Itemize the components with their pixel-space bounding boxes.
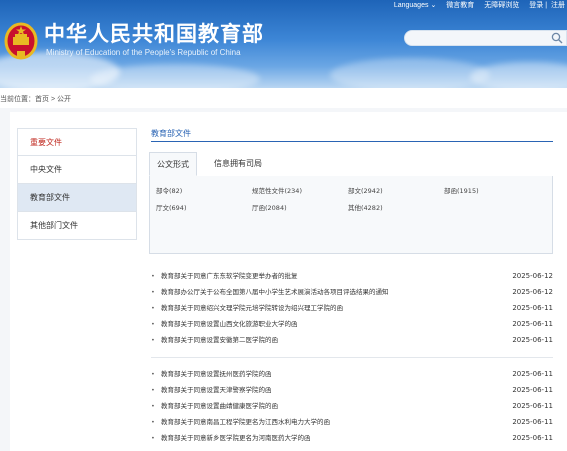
site-header: 中华人民共和国教育部 Ministry of Education of the … — [0, 0, 567, 88]
login-link[interactable]: 登录 — [529, 2, 543, 9]
list-item[interactable]: • 教育部关于同意设置安徽第二医学院的函 2025-06-11 — [151, 332, 553, 348]
bullet-icon: • — [151, 386, 155, 394]
chevron-down-icon: ⌄ — [430, 2, 437, 9]
document-title[interactable]: 教育部关于同意设置天津警察学院的函 — [161, 382, 272, 398]
top-links: Languages ⌄ 微言教育 无障碍浏览 登录 | 注册 — [386, 0, 565, 10]
group-divider — [151, 357, 553, 358]
document-date: 2025-06-12 — [512, 288, 553, 296]
site-subtitle: Ministry of Education of the People's Re… — [46, 48, 241, 57]
document-date: 2025-06-11 — [512, 418, 553, 426]
document-title[interactable]: 教育部关于同意新乡医学院更名为河南医药大学的函 — [161, 430, 311, 446]
list-item[interactable]: • 教育部关于同意绍兴文理学院元培学院转设为绍兴理工学院的函 2025-06-1… — [151, 300, 553, 316]
document-date: 2025-06-11 — [512, 402, 553, 410]
document-title[interactable]: 教育部办公厅关于公布全国第八届中小学生艺术展演活动各项目评选结果的通知 — [161, 284, 389, 300]
document-title[interactable]: 教育部关于同意设置山西文化旅游职业大学的函 — [161, 316, 298, 332]
category-ministry-documents[interactable]: 部文(2942) — [348, 185, 383, 195]
document-date: 2025-06-11 — [512, 320, 553, 328]
breadcrumb: 当前位置：首页 > 公开 — [0, 96, 71, 103]
document-list: • 教育部关于同意广东东软学院变更举办者的批复 2025-06-12 • 教育部… — [151, 268, 553, 446]
category-panel: 部令(82) 规范性文件(234) 部文(2942) 部函(1915) 厅文(6… — [149, 176, 553, 254]
list-item[interactable]: • 教育部关于同意设置曲靖健康医学院的函 2025-06-11 — [151, 398, 553, 414]
document-title[interactable]: 教育部关于同意设置安徽第二医学院的函 — [161, 332, 278, 348]
bullet-icon: • — [151, 370, 155, 378]
list-item[interactable]: • 教育部关于同意设置抚州医药学院的函 2025-06-11 — [151, 366, 553, 382]
list-item[interactable]: • 教育部关于同意南昌工程学院更名为江西水利电力大学的函 2025-06-11 — [151, 414, 553, 430]
document-date: 2025-06-11 — [512, 336, 553, 344]
site-title[interactable]: 中华人民共和国教育部 — [44, 18, 264, 48]
list-item[interactable]: • 教育部关于同意设置天津警察学院的函 2025-06-11 — [151, 382, 553, 398]
document-title[interactable]: 教育部关于同意设置曲靖健康医学院的函 — [161, 398, 278, 414]
document-title[interactable]: 教育部关于同意设置抚州医药学院的函 — [161, 366, 272, 382]
list-item[interactable]: • 教育部办公厅关于公布全国第八届中小学生艺术展演活动各项目评选结果的通知 20… — [151, 284, 553, 300]
national-emblem-icon[interactable] — [4, 20, 38, 62]
tab-owning-department[interactable]: 信息拥有司局 — [203, 152, 273, 176]
bullet-icon: • — [151, 272, 155, 280]
document-date: 2025-06-12 — [512, 272, 553, 280]
bullet-icon: • — [151, 288, 155, 296]
document-date: 2025-06-11 — [512, 434, 553, 442]
category-office-letters[interactable]: 厅函(2084) — [252, 202, 287, 212]
sidebar-item-other-department-files[interactable]: 其他部门文件 — [17, 212, 137, 240]
section-title: 教育部文件 — [151, 128, 553, 142]
category-other[interactable]: 其他(4282) — [348, 202, 383, 212]
search-input[interactable] — [404, 30, 567, 46]
bullet-icon: • — [151, 336, 155, 344]
list-item[interactable]: • 教育部关于同意新乡医学院更名为河南医药大学的函 2025-06-11 — [151, 430, 553, 446]
category-ministry-order[interactable]: 部令(82) — [156, 185, 182, 195]
sidebar: 重要文件 中央文件 教育部文件 其他部门文件 — [17, 128, 137, 240]
sidebar-item-moe-files[interactable]: 教育部文件 — [17, 184, 137, 212]
accessibility-link[interactable]: 无障碍浏览 — [484, 2, 519, 9]
document-date: 2025-06-11 — [512, 304, 553, 312]
bullet-icon: • — [151, 434, 155, 442]
list-item[interactable]: • 教育部关于同意设置山西文化旅游职业大学的函 2025-06-11 — [151, 316, 553, 332]
bullet-icon: • — [151, 418, 155, 426]
bullet-icon: • — [151, 320, 155, 328]
wechat-link[interactable]: 微言教育 — [446, 2, 474, 9]
document-title[interactable]: 教育部关于同意南昌工程学院更名为江西水利电力大学的函 — [161, 414, 330, 430]
search-icon[interactable] — [551, 32, 563, 44]
bullet-icon: • — [151, 402, 155, 410]
document-date: 2025-06-11 — [512, 386, 553, 394]
sidebar-item-important-files[interactable]: 重要文件 — [17, 128, 137, 156]
link-divider: | — [545, 2, 548, 9]
bullet-icon: • — [151, 304, 155, 312]
document-date: 2025-06-11 — [512, 370, 553, 378]
category-normative-docs[interactable]: 规范性文件(234) — [252, 185, 302, 195]
document-title[interactable]: 教育部关于同意绍兴文理学院元培学院转设为绍兴理工学院的函 — [161, 300, 343, 316]
sidebar-item-central-files[interactable]: 中央文件 — [17, 156, 137, 184]
category-office-documents[interactable]: 厅文(694) — [156, 202, 186, 212]
list-item[interactable]: • 教育部关于同意广东东软学院变更举办者的批复 2025-06-12 — [151, 268, 553, 284]
register-link[interactable]: 注册 — [551, 2, 565, 9]
document-title[interactable]: 教育部关于同意广东东软学院变更举办者的批复 — [161, 268, 298, 284]
languages-link[interactable]: Languages — [394, 2, 429, 9]
category-ministry-letters[interactable]: 部函(1915) — [444, 185, 479, 195]
tab-document-form[interactable]: 公文形式 — [149, 152, 197, 176]
tab-bar: 公文形式 信息拥有司局 — [149, 152, 553, 176]
